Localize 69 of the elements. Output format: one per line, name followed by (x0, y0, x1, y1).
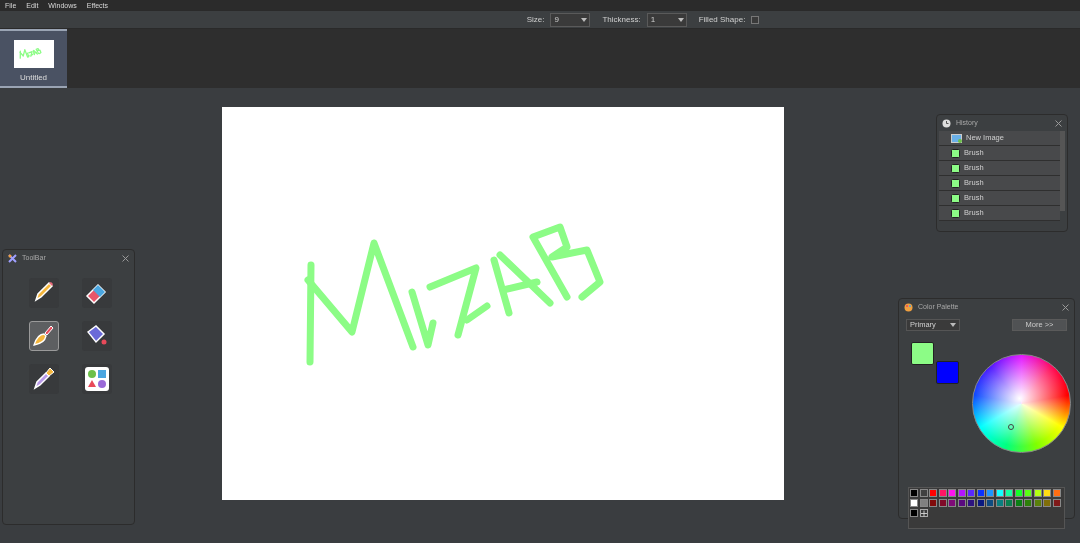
color-swatch[interactable] (1005, 489, 1013, 497)
color-square-icon (951, 163, 960, 173)
color-swatch[interactable] (929, 489, 937, 497)
tool-button[interactable] (81, 278, 112, 308)
color-swatch[interactable] (919, 499, 928, 507)
thickness-label: Thickness: (602, 13, 641, 26)
tool-button[interactable] (81, 364, 112, 394)
add-color-button[interactable] (919, 509, 928, 517)
color-square-icon (951, 148, 960, 158)
palette-icon (904, 302, 913, 312)
caret-icon (950, 323, 956, 327)
color-swatch[interactable] (910, 499, 918, 507)
plus-icon (920, 509, 927, 517)
filled-shape-checkbox[interactable] (751, 15, 760, 24)
tool-button[interactable] (29, 321, 59, 351)
document-title: Untitled (19, 74, 48, 82)
color-square-icon (951, 193, 960, 203)
tool-button[interactable] (29, 364, 59, 394)
image-icon (951, 133, 962, 143)
color-swatch[interactable] (1043, 489, 1051, 497)
close-icon (1055, 119, 1062, 127)
size-label: Size: (526, 13, 545, 26)
color-swatch[interactable] (1005, 499, 1013, 507)
color-swatch[interactable] (1014, 499, 1023, 507)
close-icon (1062, 303, 1069, 311)
color-swatch[interactable] (1033, 499, 1042, 507)
color-swatch[interactable] (986, 499, 994, 507)
color-swatch[interactable] (967, 489, 975, 497)
filled-shape-label: Filled Shape: (698, 13, 746, 26)
document-tab[interactable]: Untitled (0, 29, 67, 88)
color-swatch[interactable] (1024, 489, 1032, 497)
color-swatch[interactable] (957, 489, 966, 497)
color-swatch[interactable] (957, 499, 966, 507)
color-swatch[interactable] (967, 499, 975, 507)
tool-button[interactable] (81, 321, 112, 351)
color-swatch[interactable] (995, 489, 1004, 497)
size-dropdown[interactable]: 9 (550, 12, 591, 27)
history-icon (942, 118, 951, 128)
color-swatch[interactable] (1052, 489, 1061, 497)
secondary-color-swatch[interactable] (936, 361, 959, 384)
caret-icon (677, 17, 684, 22)
tool-button[interactable] (29, 278, 59, 308)
color-swatch[interactable] (948, 499, 956, 507)
tools-icon (8, 253, 17, 263)
color-swatch[interactable] (995, 499, 1004, 507)
color-swatch[interactable] (1024, 499, 1032, 507)
color-square-icon (951, 208, 960, 218)
caret-icon (581, 17, 588, 22)
color-swatch[interactable] (1043, 499, 1051, 507)
brush-stroke-drawing (19, 47, 42, 59)
color-swatch[interactable] (976, 489, 985, 497)
color-swatch[interactable] (976, 499, 985, 507)
color-swatch[interactable] (938, 499, 947, 507)
color-swatch[interactable] (919, 489, 928, 497)
shapes-icon (82, 365, 111, 393)
color-square-icon (951, 178, 960, 188)
color-swatch[interactable] (1033, 489, 1042, 497)
color-swatch[interactable] (910, 489, 918, 497)
scrollbar[interactable] (1060, 131, 1065, 211)
close-icon (122, 254, 129, 262)
color-swatch[interactable] (1052, 499, 1061, 507)
color-swatch[interactable] (948, 489, 956, 497)
color-swatch[interactable] (910, 509, 918, 517)
color-swatch[interactable] (1014, 489, 1023, 497)
thickness-dropdown[interactable]: 1 (646, 12, 687, 27)
color-swatch[interactable] (929, 499, 937, 507)
color-swatch[interactable] (938, 489, 947, 497)
primary-color-swatch[interactable] (911, 342, 934, 365)
color-swatch[interactable] (986, 489, 994, 497)
